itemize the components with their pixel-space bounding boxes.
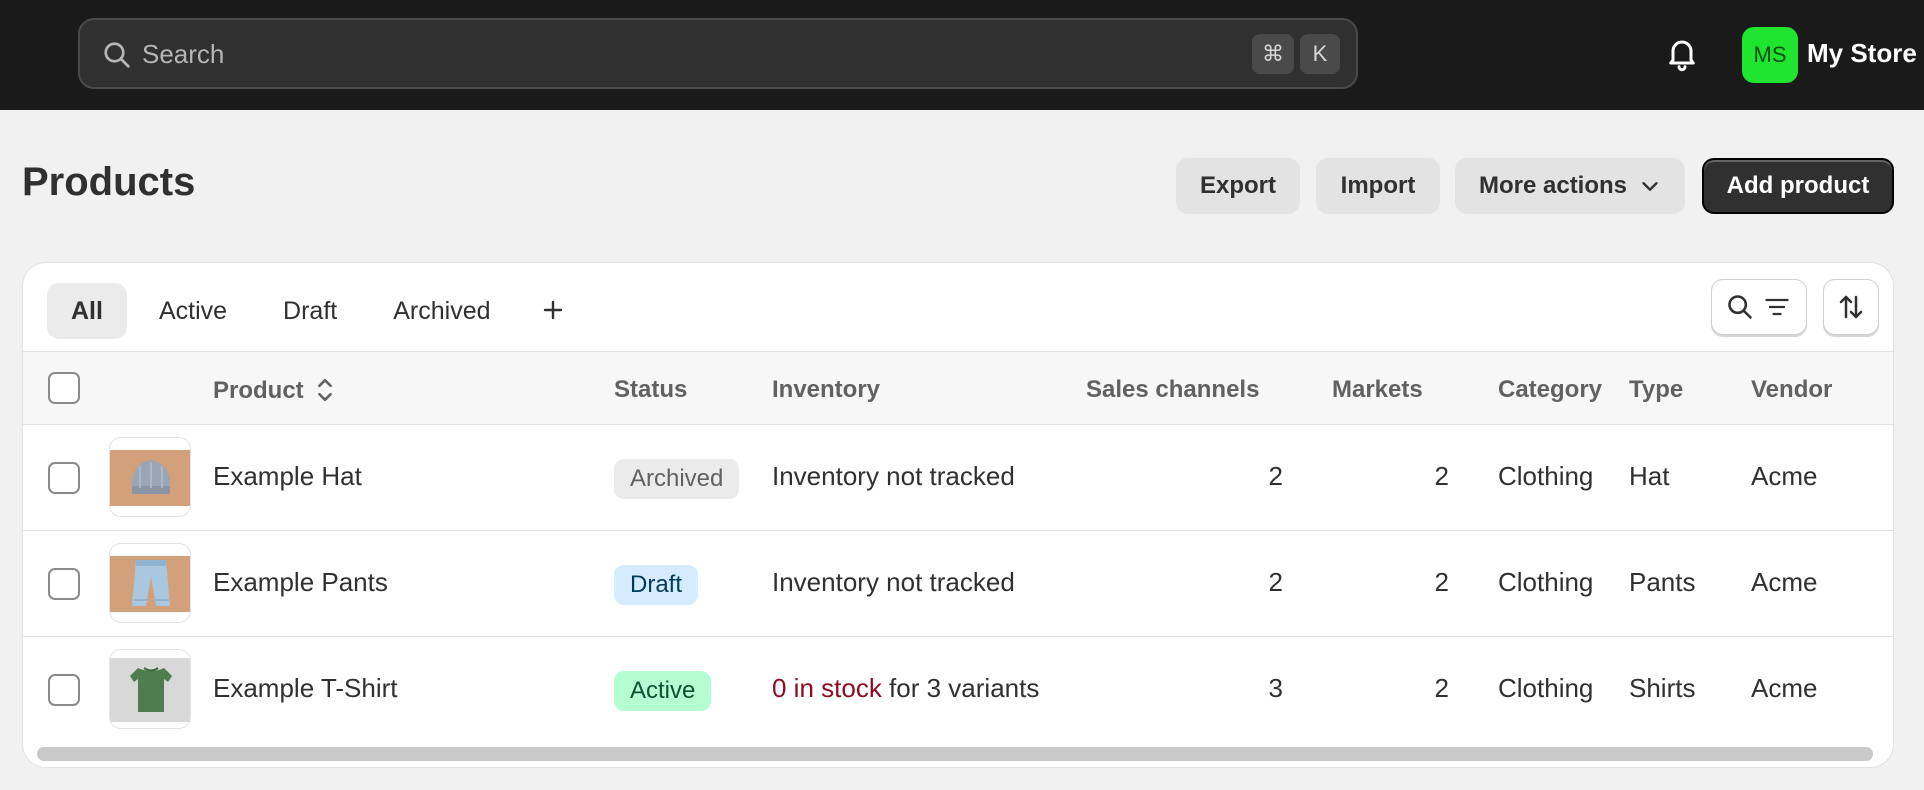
export-button[interactable]: Export xyxy=(1176,158,1300,214)
column-header-category: Category xyxy=(1498,376,1603,403)
category-text: Clothing xyxy=(1498,461,1594,491)
more-actions-button[interactable]: More actions xyxy=(1455,158,1685,214)
column-header-product-label: Product xyxy=(213,377,304,404)
inventory-alert[interactable]: 0 in stock xyxy=(772,673,882,703)
column-header-product[interactable]: Product xyxy=(213,376,334,405)
chevron-down-icon xyxy=(1642,182,1658,191)
table-row[interactable]: Example Pants Draft Inventory not tracke… xyxy=(23,531,1893,637)
inventory-suffix: for 3 variants xyxy=(881,673,1040,703)
status-badge: Draft xyxy=(614,565,699,605)
category-text: Clothing xyxy=(1498,673,1594,703)
more-actions-label: More actions xyxy=(1478,172,1628,199)
table-header: Product Status Inventory Sales channels … xyxy=(23,351,1893,425)
status-badge: Archived xyxy=(614,459,740,499)
product-thumbnail-pants xyxy=(109,543,191,623)
column-header-type: Type xyxy=(1629,376,1684,403)
page-title: Products xyxy=(22,160,196,204)
store-avatar[interactable]: MS xyxy=(1742,27,1798,83)
markets-count: 2 xyxy=(1434,567,1449,597)
horizontal-scrollbar[interactable] xyxy=(37,747,1873,761)
product-name[interactable]: Example Hat xyxy=(213,461,362,492)
tab-all[interactable]: All xyxy=(47,283,127,339)
products-card: All Active Draft Archived Product Status… xyxy=(22,262,1894,768)
sort-arrows-icon xyxy=(1839,295,1863,319)
inventory-text: Inventory not tracked xyxy=(772,461,1015,491)
markets-count: 2 xyxy=(1434,461,1449,491)
tab-archived[interactable]: Archived xyxy=(369,283,514,339)
store-name[interactable]: My Store xyxy=(1807,38,1917,69)
shortcut-key-cmd: ⌘ xyxy=(1252,34,1294,74)
product-thumbnail-hat xyxy=(109,437,191,517)
import-button[interactable]: Import xyxy=(1316,158,1440,214)
global-search-input[interactable]: Search ⌘ K xyxy=(78,18,1358,89)
export-button-label: Export xyxy=(1199,172,1276,199)
tab-active[interactable]: Active xyxy=(135,283,251,339)
column-header-vendor: Vendor xyxy=(1751,376,1833,403)
type-text: Shirts xyxy=(1629,673,1696,703)
row-checkbox[interactable] xyxy=(48,674,80,706)
tshirt-image xyxy=(110,658,190,722)
vendor-text: Acme xyxy=(1751,567,1818,597)
product-name[interactable]: Example Pants xyxy=(213,567,388,598)
add-product-button[interactable]: Add product xyxy=(1702,158,1894,214)
bell-icon[interactable] xyxy=(1664,36,1700,72)
shortcut-key-k: K xyxy=(1300,34,1340,74)
vendor-text: Acme xyxy=(1751,673,1818,703)
product-name[interactable]: Example T-Shirt xyxy=(213,673,397,704)
product-thumbnail-tshirt xyxy=(109,649,191,729)
sort-toggle-icon xyxy=(318,378,333,402)
vendor-text: Acme xyxy=(1751,461,1818,491)
select-all-checkbox[interactable] xyxy=(48,372,80,404)
table-row[interactable]: Example T-Shirt Active 0 in stock for 3 … xyxy=(23,637,1893,743)
column-header-status: Status xyxy=(614,376,688,403)
status-badge: Active xyxy=(614,671,712,711)
add-view-button[interactable] xyxy=(523,283,583,339)
add-product-label: Add product xyxy=(1726,172,1870,199)
tab-draft[interactable]: Draft xyxy=(259,283,361,339)
category-text: Clothing xyxy=(1498,567,1594,597)
filter-icon xyxy=(1765,298,1789,316)
search-placeholder: Search xyxy=(142,39,225,69)
search-icon xyxy=(104,42,130,68)
top-bar: Search ⌘ K MS My Store xyxy=(0,0,1924,110)
markets-count: 2 xyxy=(1434,673,1449,703)
pants-image xyxy=(110,556,190,612)
row-checkbox[interactable] xyxy=(48,462,80,494)
search-icon xyxy=(1728,295,1752,319)
table-row[interactable]: Example Hat Archived Inventory not track… xyxy=(23,425,1893,531)
column-header-sales-channels: Sales channels xyxy=(1086,376,1260,403)
hat-image xyxy=(110,450,190,506)
column-header-markets: Markets xyxy=(1332,376,1423,403)
type-text: Hat xyxy=(1629,461,1670,491)
sales-channels-count: 2 xyxy=(1268,461,1283,491)
plus-icon xyxy=(543,300,562,320)
import-button-label: Import xyxy=(1340,172,1416,199)
sort-button[interactable] xyxy=(1823,279,1879,335)
inventory-text: 0 in stock for 3 variants xyxy=(772,673,1039,704)
row-checkbox[interactable] xyxy=(48,568,80,600)
type-text: Pants xyxy=(1629,567,1696,597)
sales-channels-count: 2 xyxy=(1268,567,1283,597)
sales-channels-count: 3 xyxy=(1268,673,1283,703)
column-header-inventory: Inventory xyxy=(772,376,881,403)
view-tabs: All Active Draft Archived xyxy=(47,283,583,339)
search-filter-button[interactable] xyxy=(1711,279,1807,335)
inventory-text: Inventory not tracked xyxy=(772,567,1015,597)
